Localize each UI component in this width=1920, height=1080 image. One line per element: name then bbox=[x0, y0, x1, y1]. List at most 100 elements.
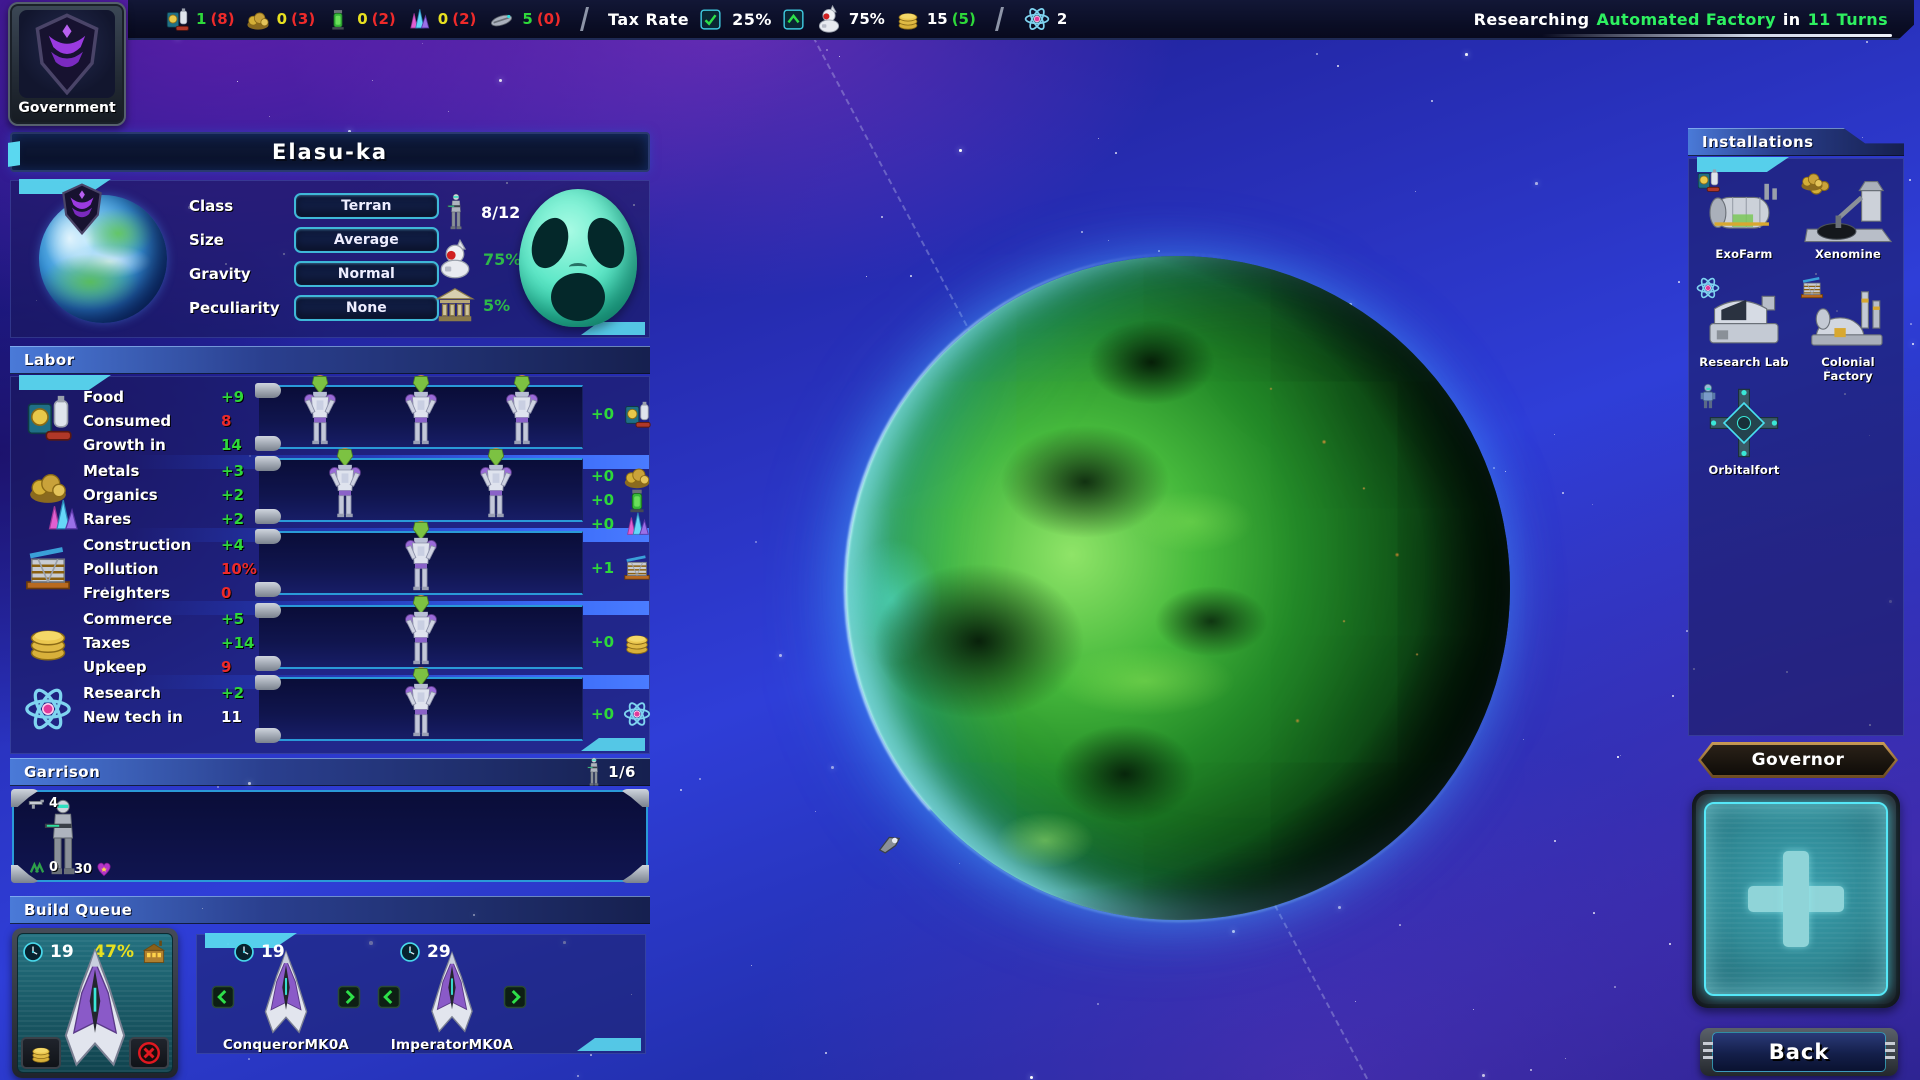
coins-icon bbox=[28, 1041, 54, 1065]
atom-icon bbox=[1023, 5, 1051, 33]
planet-elasu-ka[interactable] bbox=[846, 256, 1510, 920]
cancel-build-button[interactable] bbox=[129, 1037, 169, 1069]
alien-race-portrait[interactable] bbox=[519, 189, 637, 327]
installation-sprite bbox=[1693, 277, 1795, 353]
planet-class-row: Class Terran bbox=[189, 193, 439, 219]
installation-exofarm[interactable]: ExoFarm bbox=[1693, 169, 1795, 273]
size-value-button[interactable]: Average bbox=[294, 227, 439, 253]
labor-line-organics: Organics+2 bbox=[83, 483, 265, 507]
commerce-label: Commerce bbox=[83, 610, 221, 628]
queue-ship-sprite bbox=[255, 950, 317, 1036]
growth-label: Growth in bbox=[83, 436, 221, 454]
government-button-label: Government bbox=[18, 100, 115, 116]
planet-gravity-row: Gravity Normal bbox=[189, 261, 439, 287]
installation-xenomine[interactable]: Xenomine bbox=[1797, 169, 1899, 273]
installation-sprite bbox=[1693, 169, 1795, 245]
population-icon bbox=[439, 193, 473, 231]
rares-output: +0 bbox=[591, 509, 652, 539]
peculiarity-value-button[interactable]: None bbox=[294, 295, 439, 321]
worker-figure bbox=[326, 446, 364, 518]
installation-orbitalfort[interactable]: Orbitalfort bbox=[1693, 385, 1795, 489]
food-worker-slot[interactable] bbox=[259, 385, 583, 449]
topbar-divider bbox=[580, 7, 589, 31]
worker-figure bbox=[402, 665, 440, 737]
unit-defense-value: 0 bbox=[49, 860, 58, 875]
coins-icon bbox=[622, 627, 652, 657]
mining-workers[interactable] bbox=[259, 460, 582, 520]
assign-governor-button[interactable] bbox=[1704, 802, 1888, 996]
planet-name: Elasu-ka bbox=[272, 140, 388, 164]
morale-indicator[interactable]: 75% bbox=[815, 5, 885, 33]
organics-delta: (2) bbox=[372, 10, 396, 28]
active-build-card[interactable]: 19 47% bbox=[12, 928, 178, 1078]
construction-worker-slot[interactable] bbox=[259, 531, 583, 595]
gravity-value-button[interactable]: Normal bbox=[294, 261, 439, 287]
food-label: Food bbox=[83, 388, 221, 406]
newtech-label: New tech in bbox=[83, 708, 221, 726]
installation-name: Colonial Factory bbox=[1797, 355, 1899, 383]
upkeep-label: Upkeep bbox=[83, 658, 221, 676]
gun-icon bbox=[28, 798, 46, 810]
move-right-button[interactable] bbox=[503, 985, 527, 1009]
installation-sprite bbox=[1797, 277, 1899, 353]
construction-workers[interactable] bbox=[259, 533, 582, 593]
food-delta: (8) bbox=[210, 10, 234, 28]
research-worker-slot[interactable] bbox=[259, 677, 583, 741]
installation-sprite bbox=[1797, 169, 1899, 245]
clock-icon bbox=[22, 941, 44, 963]
mining-worker-slot[interactable] bbox=[259, 458, 583, 522]
food-output-value: +0 bbox=[591, 405, 614, 423]
governor-button[interactable]: Governor bbox=[1701, 745, 1895, 775]
labor-line-construction: Construction+4 bbox=[83, 533, 265, 557]
labor-line-consumed: Consumed8 bbox=[83, 409, 265, 433]
government-button[interactable]: Government bbox=[8, 2, 126, 126]
alien-eye bbox=[525, 213, 575, 273]
size-label: Size bbox=[189, 231, 294, 249]
move-left-button[interactable] bbox=[211, 985, 235, 1009]
research-workers[interactable] bbox=[259, 679, 582, 739]
move-left-button[interactable] bbox=[377, 985, 401, 1009]
class-label: Class bbox=[189, 197, 294, 215]
labor-line-taxes: Taxes+14 bbox=[83, 631, 265, 655]
commerce-worker-slot[interactable] bbox=[259, 605, 583, 669]
unit-attack-value: 4 bbox=[49, 796, 58, 811]
queue-item-1[interactable]: 19 ConquerorMK0A bbox=[211, 941, 361, 1051]
construction-icon bbox=[19, 543, 77, 595]
installation-name: Xenomine bbox=[1797, 247, 1899, 261]
tax-share-stat: 5% bbox=[435, 285, 510, 325]
commerce-workers[interactable] bbox=[259, 607, 582, 667]
move-right-button[interactable] bbox=[337, 985, 361, 1009]
food-workers[interactable] bbox=[259, 387, 582, 447]
buy-build-button[interactable] bbox=[21, 1037, 61, 1069]
organics-stock: 0 bbox=[357, 10, 367, 28]
class-value-button[interactable]: Terran bbox=[294, 193, 439, 219]
tax-rate-increase-button[interactable] bbox=[782, 8, 805, 31]
worker-figure bbox=[503, 373, 541, 445]
research-status[interactable]: Researching Automated Factory in 11 Turn… bbox=[1474, 10, 1888, 29]
labor-line-newtech: New tech in11 bbox=[83, 705, 265, 729]
resource-organics[interactable]: 0 (2) bbox=[325, 6, 396, 32]
atom-icon bbox=[622, 699, 652, 729]
game-screen: 1 (8) 0 (3) 0 (2) 0 (2) 5 (0) Tax Rate 2… bbox=[0, 0, 1920, 1080]
back-button[interactable]: Back bbox=[1712, 1032, 1886, 1072]
resource-freighters[interactable]: 5 (0) bbox=[486, 6, 561, 32]
credits-indicator[interactable]: 15 (5) bbox=[895, 6, 976, 32]
queue-item-2[interactable]: 29 ImperatorMK0A bbox=[377, 941, 527, 1051]
worker-figure bbox=[402, 519, 440, 591]
research-points-indicator[interactable]: 2 bbox=[1023, 5, 1067, 33]
resource-rares[interactable]: 0 (2) bbox=[406, 6, 477, 32]
construction-output: +1 bbox=[591, 553, 652, 583]
installation-research-lab[interactable]: Research Lab bbox=[1693, 277, 1795, 381]
frame-hatch bbox=[1703, 1042, 1713, 1062]
tax-rate-decrease-button[interactable] bbox=[699, 8, 722, 31]
resource-metals[interactable]: 0 (3) bbox=[245, 6, 316, 32]
planet-morale-value: 75% bbox=[483, 250, 521, 269]
alien-eye bbox=[581, 213, 631, 273]
credits-delta: (5) bbox=[952, 10, 976, 28]
installation-colonial-factory[interactable]: Colonial Factory bbox=[1797, 277, 1899, 381]
build-queue-panel: 19 ConquerorMK0A 29 ImperatorMK0A bbox=[196, 934, 646, 1054]
active-build-screen: 19 47% bbox=[17, 933, 173, 1073]
garrison-unit[interactable]: 4 0 30 bbox=[28, 796, 120, 878]
resource-food[interactable]: 1 (8) bbox=[164, 6, 235, 32]
tax-share-value: 5% bbox=[483, 296, 510, 315]
